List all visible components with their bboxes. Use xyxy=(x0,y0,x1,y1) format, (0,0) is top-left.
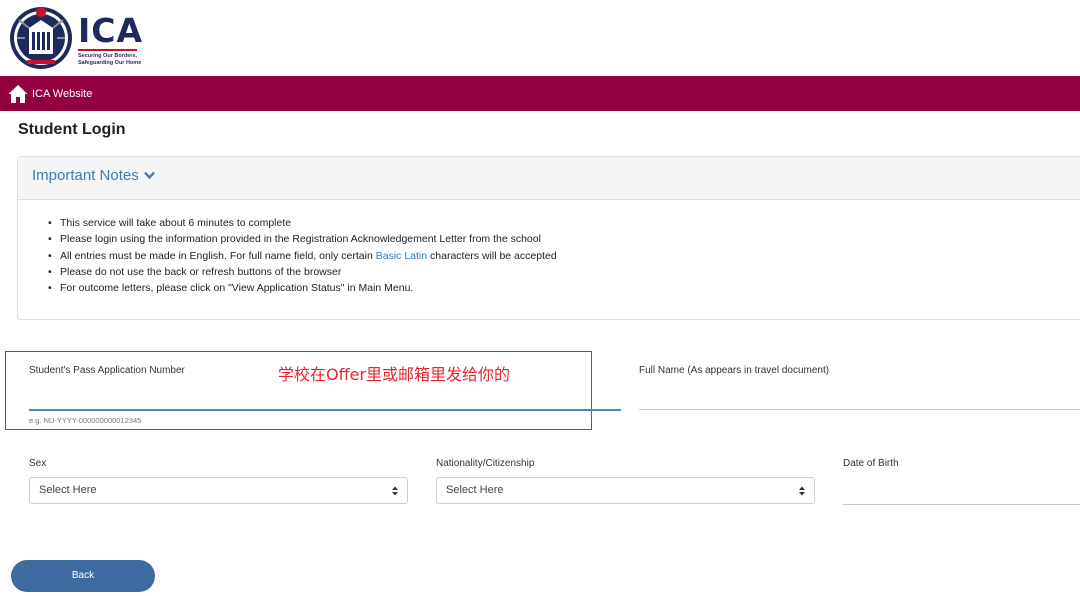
list-item: • This service will take about 6 minutes … xyxy=(48,217,292,229)
select-arrows-icon xyxy=(392,486,398,496)
nav-bar: ICA Website xyxy=(0,76,1080,111)
pass-number-input[interactable] xyxy=(29,385,623,409)
dob-label: Date of Birth xyxy=(843,458,899,469)
chevron-down-icon xyxy=(144,171,155,180)
sex-select-value: Select Here xyxy=(39,484,97,496)
logo-title: ICA xyxy=(78,11,144,50)
nationality-select-value: Select Here xyxy=(446,484,504,496)
ica-website-link[interactable]: ICA Website xyxy=(8,84,92,104)
ica-website-label: ICA Website xyxy=(32,88,93,100)
pass-number-label: Student's Pass Application Number xyxy=(29,365,185,376)
ica-logo: ICA Securing Our Borders, Safeguarding O… xyxy=(78,14,143,66)
full-name-input[interactable] xyxy=(639,385,1080,409)
site-header: ICA Securing Our Borders, Safeguarding O… xyxy=(0,0,1080,76)
list-item: • For outcome letters, please click on "V… xyxy=(48,282,414,295)
dob-input[interactable] xyxy=(843,480,1080,504)
select-arrows-icon xyxy=(799,486,805,496)
list-item: • Please login using the information prov… xyxy=(48,233,541,246)
logo-tagline-2: Safeguarding Our Home xyxy=(78,59,142,66)
dob-underline xyxy=(843,504,1080,505)
ica-seal-icon xyxy=(10,7,72,69)
pass-number-hint: e.g. NU-YYYY-000000000012345 xyxy=(29,416,142,425)
important-notes-panel: Important Notes • This service will take … xyxy=(17,156,1080,320)
full-name-underline xyxy=(639,409,1080,410)
annotation-text: 学校在Offer里或邮箱里发给你的 xyxy=(278,365,511,384)
pass-number-underline xyxy=(29,409,621,411)
home-icon xyxy=(8,85,28,103)
list-item: • All entries must be made in English. Fo… xyxy=(48,249,557,262)
back-button[interactable]: Back xyxy=(11,560,155,592)
sex-label: Sex xyxy=(29,458,47,469)
sex-select[interactable]: Select Here xyxy=(29,477,408,504)
page-title: Student Login xyxy=(18,121,126,138)
nationality-select[interactable]: Select Here xyxy=(436,477,815,504)
full-name-label: Full Name (As appears in travel document… xyxy=(639,365,830,376)
important-notes-toggle[interactable]: Important Notes xyxy=(18,157,1080,200)
important-notes-title: Important Notes xyxy=(32,167,139,184)
list-item: • Please do not use the back or refresh b… xyxy=(48,265,342,278)
nationality-label: Nationality/Citizenship xyxy=(436,458,535,469)
logo-tagline-1: Securing Our Borders, xyxy=(78,53,137,59)
notes-list: • This service will take about 6 minutes … xyxy=(48,215,557,296)
basic-latin-link[interactable]: Basic Latin xyxy=(376,250,427,262)
